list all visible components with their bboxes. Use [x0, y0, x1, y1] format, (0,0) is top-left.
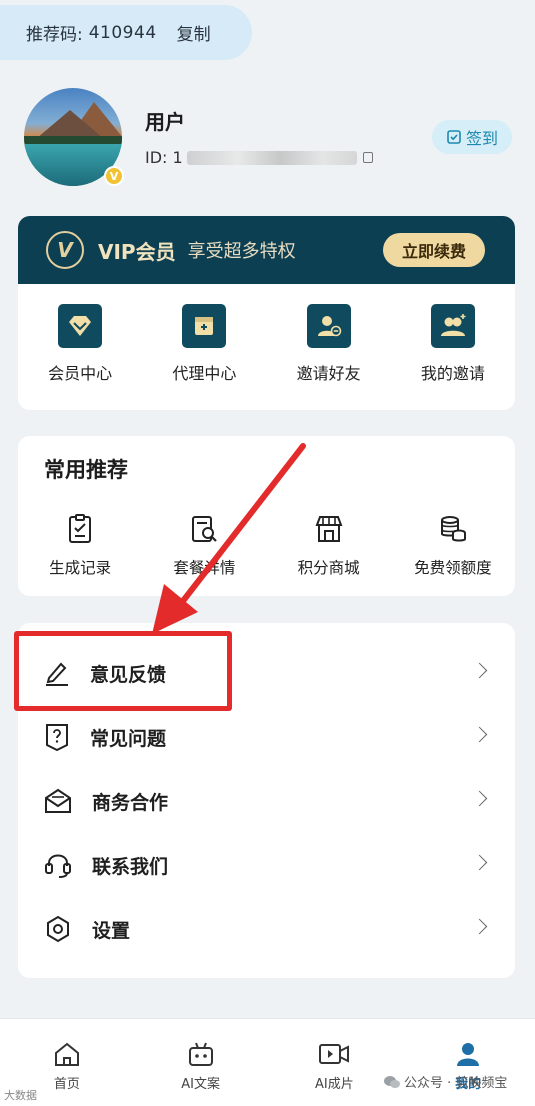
vip-title: VIP会员 — [98, 239, 176, 264]
package-search-icon — [192, 516, 218, 542]
vip-item-label: 会员中心 — [48, 364, 113, 383]
copy-referral-button[interactable]: 复制 — [177, 20, 211, 45]
robot-icon — [188, 1042, 213, 1066]
copy-icon[interactable] — [362, 152, 373, 163]
home-icon — [54, 1042, 79, 1066]
highlight-box — [14, 631, 232, 711]
referral-code-value: 410944 — [88, 22, 157, 43]
chevron-right-icon — [471, 918, 488, 935]
rec-item-history[interactable]: 生成记录 — [18, 514, 142, 578]
recommend-title: 常用推荐 — [44, 458, 128, 482]
checkin-label: 签到 — [465, 129, 498, 148]
vip-subtitle: 享受超多特权 — [187, 241, 296, 262]
menu-item-contact[interactable]: 联系我们 — [18, 833, 515, 897]
recommend-card: 常用推荐 生成记录 套餐详情 积分商城 免费领额度 — [18, 436, 515, 596]
rec-item-label: 免费领额度 — [414, 559, 492, 577]
rec-item-points-mall[interactable]: 积分商城 — [267, 514, 391, 578]
vip-item-agent-center[interactable]: 代理中心 — [142, 304, 266, 384]
rec-item-label: 生成记录 — [49, 559, 112, 577]
menu-item-settings[interactable]: 设置 — [18, 897, 515, 961]
vip-badge: V — [104, 166, 124, 186]
chevron-right-icon — [471, 662, 488, 679]
menu-item-label: 商务合作 — [92, 791, 169, 814]
wechat-icon — [384, 1075, 400, 1088]
vip-item-member-center[interactable]: 会员中心 — [18, 304, 142, 384]
vip-item-label: 邀请好友 — [296, 364, 361, 383]
checkin-button[interactable]: 签到 — [432, 120, 512, 154]
invite-user-icon — [306, 304, 351, 348]
vip-card: V VIP会员 享受超多特权 立即续费 会员中心 代理中心 邀请好友 我的邀请 — [18, 216, 515, 410]
user-icon — [457, 1043, 480, 1066]
my-invites-icon — [430, 304, 475, 348]
menu-item-label: 设置 — [92, 919, 131, 942]
agent-card-icon — [182, 304, 227, 348]
vip-item-label: 我的邀请 — [420, 364, 485, 383]
nav-label: AI成片 — [315, 1077, 354, 1092]
vip-item-my-invites[interactable]: 我的邀请 — [391, 304, 515, 384]
menu-item-label: 常见问题 — [90, 727, 167, 750]
chevron-right-icon — [471, 790, 488, 807]
clipboard-icon — [69, 514, 92, 543]
recommend-grid: 生成记录 套餐详情 积分商城 免费领额度 — [18, 514, 515, 578]
vip-logo-icon: V — [46, 231, 84, 269]
menu-item-label: 联系我们 — [92, 855, 169, 878]
store-icon — [315, 516, 343, 542]
watermark-text: 公众号 · 剪映频宝 — [404, 1076, 508, 1091]
vip-banner[interactable]: V VIP会员 享受超多特权 立即续费 — [18, 216, 515, 284]
video-icon — [319, 1044, 350, 1064]
menu-item-business[interactable]: 商务合作 — [18, 769, 515, 833]
rec-item-label: 套餐详情 — [173, 559, 236, 577]
profile-header: V 用户 ID: 1 签到 — [24, 88, 519, 188]
nav-item-mine[interactable]: 我的 — [401, 1019, 535, 1106]
settings-icon — [47, 915, 69, 943]
vip-grid: 会员中心 代理中心 邀请好友 我的邀请 — [18, 284, 515, 384]
vip-item-label: 代理中心 — [172, 364, 237, 383]
referral-code-pill: 推荐码: 410944 复制 — [0, 5, 252, 60]
coins-icon — [440, 516, 466, 542]
bottom-nav: 首页 AI文案 AI成片 我的 — [0, 1018, 535, 1106]
user-id-text: ID: 1 — [145, 148, 183, 167]
nav-item-ai-video[interactable]: AI成片 — [268, 1019, 402, 1106]
headset-icon — [45, 854, 71, 878]
watermark-left: 大数据 — [4, 1089, 37, 1102]
nav-label: AI文案 — [181, 1077, 220, 1092]
redacted-id — [186, 150, 357, 165]
watermark: 公众号 · 剪映频宝 — [384, 1072, 507, 1091]
mail-icon — [45, 788, 71, 813]
menu-item-faq[interactable]: 常见问题 — [18, 705, 515, 769]
rec-item-package[interactable]: 套餐详情 — [142, 514, 266, 578]
chevron-right-icon — [471, 726, 488, 743]
renew-button[interactable]: 立即续费 — [383, 233, 485, 267]
rec-item-free-quota[interactable]: 免费领额度 — [391, 514, 515, 578]
chevron-right-icon — [471, 854, 488, 871]
vip-item-invite-friends[interactable]: 邀请好友 — [267, 304, 391, 384]
checkin-icon — [447, 130, 461, 144]
rec-item-label: 积分商城 — [297, 559, 360, 577]
question-icon — [46, 724, 68, 751]
referral-code-label: 推荐码: — [26, 25, 83, 45]
nav-item-ai-copy[interactable]: AI文案 — [134, 1019, 268, 1106]
diamond-icon — [58, 304, 103, 348]
nav-label: 首页 — [53, 1077, 80, 1092]
user-name: 用户 — [145, 110, 185, 134]
user-id: ID: 1 — [145, 148, 373, 167]
